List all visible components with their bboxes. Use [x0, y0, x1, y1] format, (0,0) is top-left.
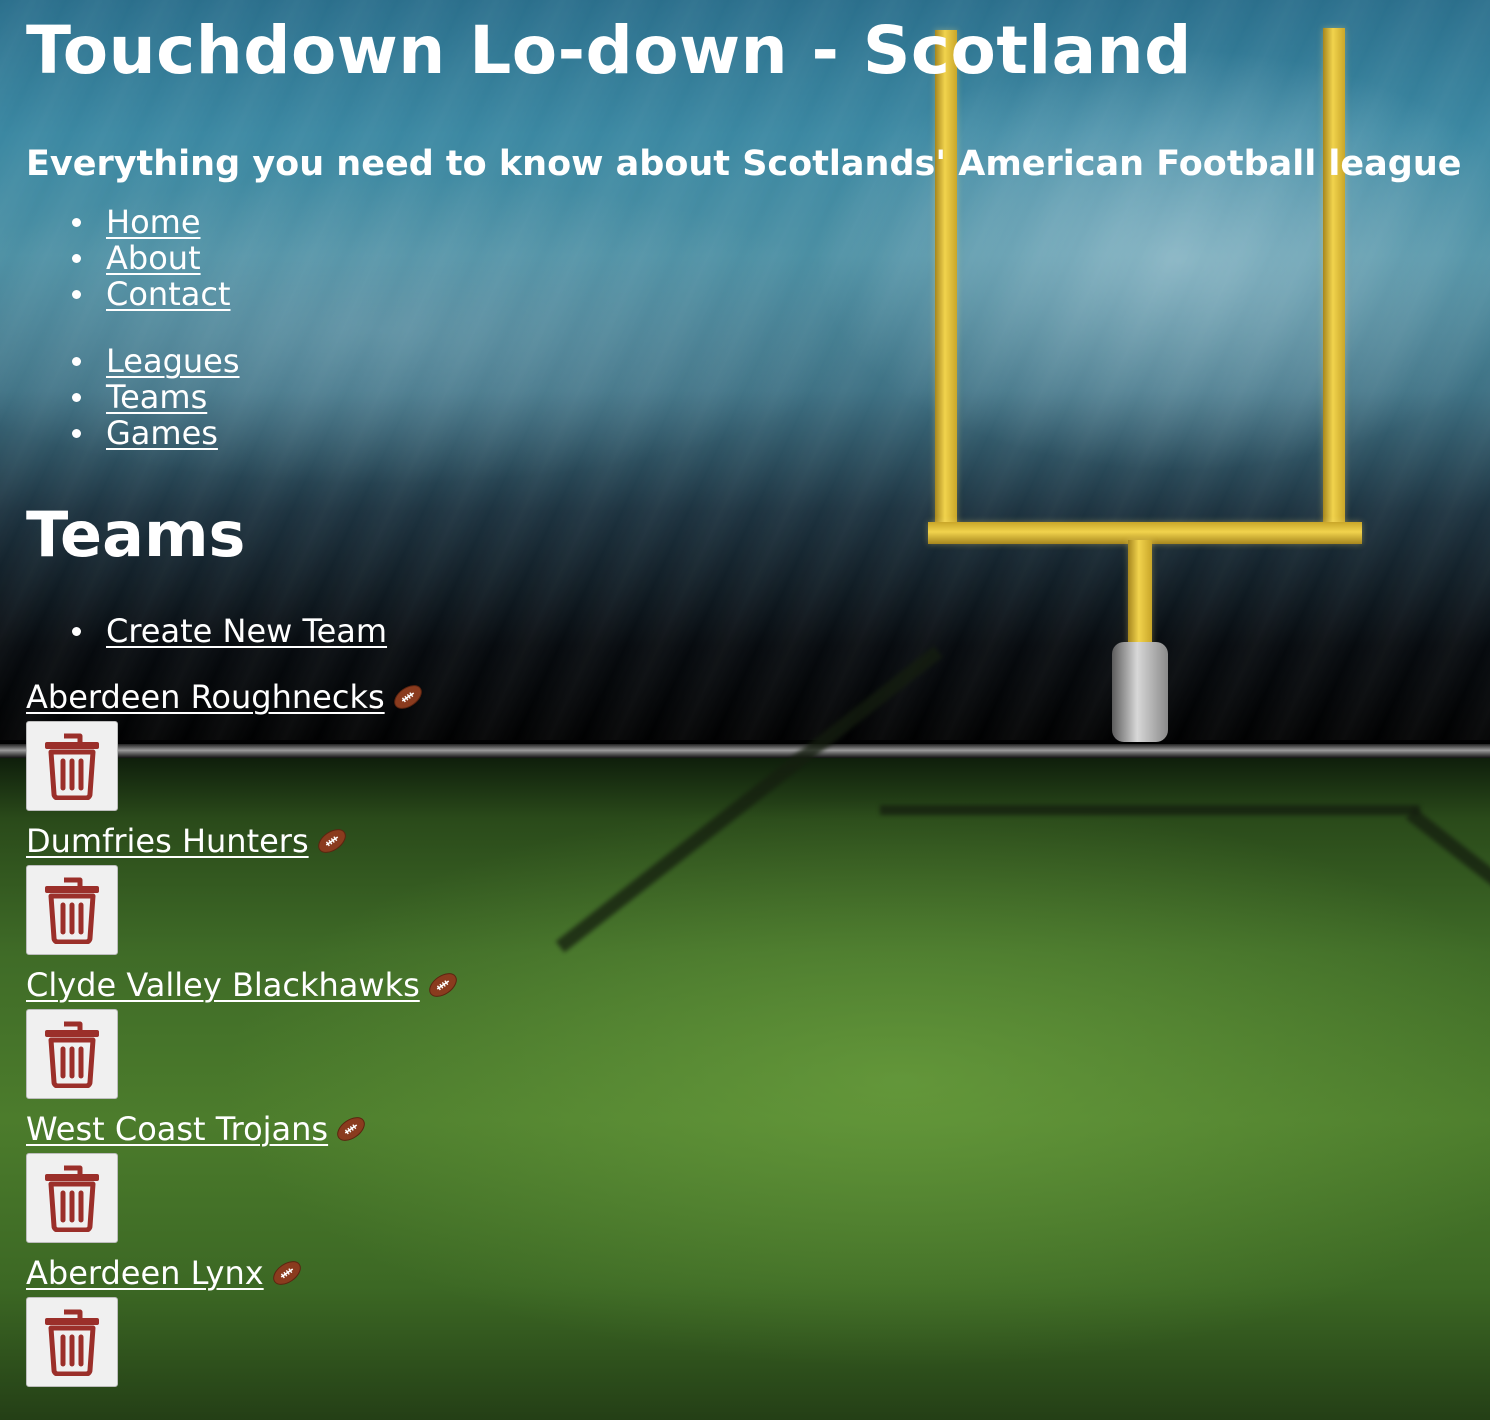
delete-team-button[interactable]: [26, 865, 118, 955]
action-item-create: Create New Team: [72, 612, 1490, 650]
team-link[interactable]: Aberdeen Roughnecks: [26, 679, 431, 719]
team-item: Clyde Valley Blackhawks: [26, 967, 1490, 1111]
football-icon: [334, 1114, 368, 1151]
team-name: Dumfries Hunters: [26, 822, 309, 860]
nav-link-about[interactable]: About: [106, 239, 201, 277]
trash-icon: [45, 877, 99, 944]
football-icon: [270, 1258, 304, 1295]
delete-team-button[interactable]: [26, 1297, 118, 1387]
nav-link-games[interactable]: Games: [106, 414, 218, 452]
main-nav: Home About Contact: [26, 204, 1490, 312]
team-name: West Coast Trojans: [26, 1110, 329, 1148]
nav-link-contact[interactable]: Contact: [106, 275, 231, 313]
nav-item-leagues: Leagues: [72, 342, 1490, 380]
trash-icon: [45, 733, 99, 800]
delete-team-button[interactable]: [26, 1009, 118, 1099]
team-name: Clyde Valley Blackhawks: [26, 966, 420, 1004]
nav-item-about: About: [72, 239, 1490, 277]
football-icon: [315, 826, 349, 863]
nav-item-home: Home: [72, 203, 1490, 241]
section-nav: Leagues Teams Games: [26, 343, 1490, 451]
team-list: Aberdeen Roughnecks Dumfries Hunters Cly…: [26, 679, 1490, 1399]
team-link[interactable]: Clyde Valley Blackhawks: [26, 967, 466, 1007]
football-icon: [391, 682, 425, 719]
team-item: Aberdeen Lynx: [26, 1255, 1490, 1399]
delete-team-button[interactable]: [26, 1153, 118, 1243]
nav-link-teams[interactable]: Teams: [106, 378, 207, 416]
trash-icon: [45, 1165, 99, 1232]
team-link[interactable]: Aberdeen Lynx: [26, 1255, 310, 1295]
site-subtitle: Everything you need to know about Scotla…: [26, 144, 1462, 184]
team-link[interactable]: West Coast Trojans: [26, 1111, 374, 1151]
nav-item-contact: Contact: [72, 275, 1490, 313]
team-name: Aberdeen Lynx: [26, 1254, 264, 1292]
trash-icon: [45, 1021, 99, 1088]
page-heading: Teams: [26, 498, 246, 571]
nav-link-leagues[interactable]: Leagues: [106, 342, 240, 380]
nav-link-home[interactable]: Home: [106, 203, 201, 241]
team-item: Dumfries Hunters: [26, 823, 1490, 967]
nav-item-games: Games: [72, 414, 1490, 452]
nav-item-teams: Teams: [72, 378, 1490, 416]
team-item: Aberdeen Roughnecks: [26, 679, 1490, 823]
team-item: West Coast Trojans: [26, 1111, 1490, 1255]
football-icon: [426, 970, 460, 1007]
delete-team-button[interactable]: [26, 721, 118, 811]
team-name: Aberdeen Roughnecks: [26, 678, 385, 716]
team-link[interactable]: Dumfries Hunters: [26, 823, 355, 863]
page-content: Touchdown Lo-down - Scotland Everything …: [0, 0, 1490, 1399]
trash-icon: [45, 1309, 99, 1376]
actions-list: Create New Team: [26, 613, 1490, 649]
create-new-team-link[interactable]: Create New Team: [106, 612, 387, 650]
site-title: Touchdown Lo-down - Scotland: [26, 12, 1192, 89]
